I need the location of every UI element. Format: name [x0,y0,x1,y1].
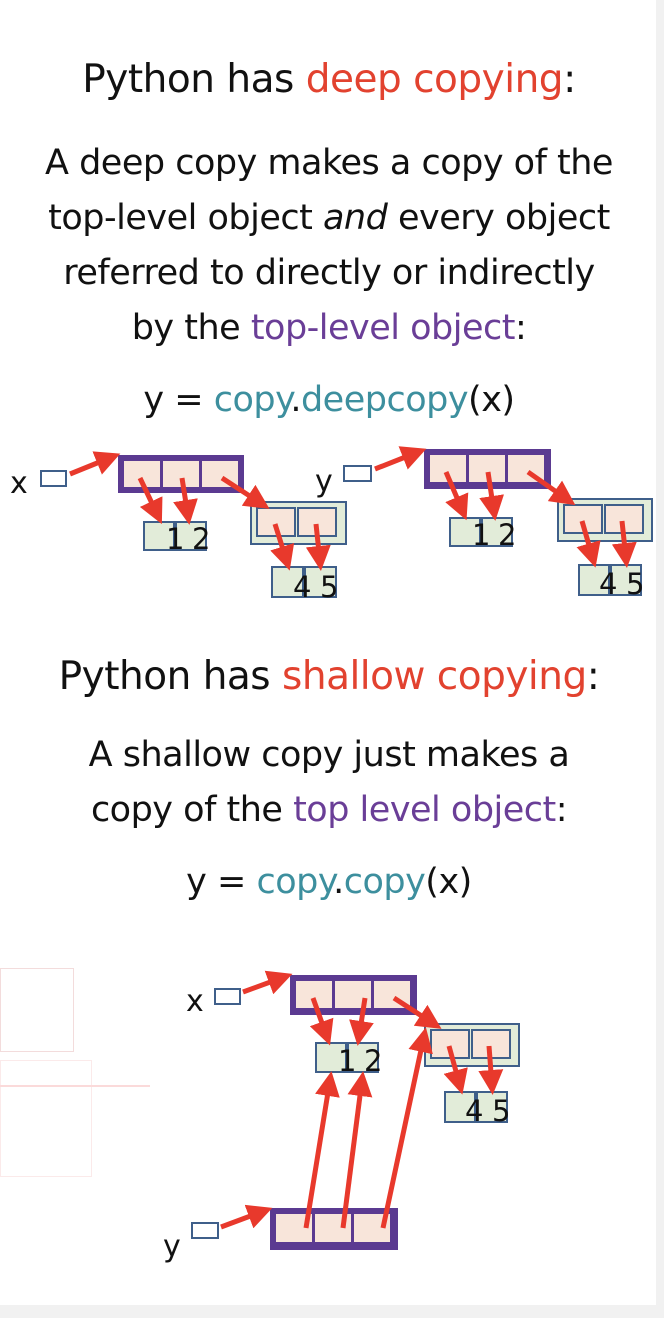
memory-diagrams: x 1 2 4 5 y 1 2 4 5 x 1 2 4 5 y [10,446,653,1264]
shallow-int-label-5: 5 [492,1094,510,1128]
deep-y-ref-box [343,465,372,482]
shallow-y-ref-box [191,1222,219,1239]
shallow-x-ref-box [214,988,241,1005]
deep-y-int-label-2: 2 [498,518,516,552]
deep-x-int-label-4: 4 [293,570,311,604]
deep-x-int-label-1: 1 [166,522,184,556]
shallow-diagram: x 1 2 4 5 y [163,970,520,1264]
deep-x-diagram: x 1 2 4 5 [10,451,347,604]
deep-y-diagram: y 1 2 4 5 [315,446,653,601]
bottom-strip [0,1305,664,1318]
deep-var-x-label: x [10,466,28,501]
deep-x-int-label-5: 5 [320,570,338,604]
deep-var-y-label: y [315,464,333,499]
shallow-int-label-4: 4 [465,1094,483,1128]
shallow-int-label-1: 1 [338,1044,356,1078]
shallow-var-y-label: y [163,1229,181,1264]
deep-y-int-label-1: 1 [472,518,490,552]
deep-y-int-label-5: 5 [626,567,644,601]
deep-x-ref-box [40,470,67,487]
deep-y-int-label-4: 4 [599,567,617,601]
shallow-int-label-2: 2 [364,1044,382,1078]
shallow-var-x-label: x [186,984,204,1019]
deep-x-int-label-2: 2 [192,522,210,556]
